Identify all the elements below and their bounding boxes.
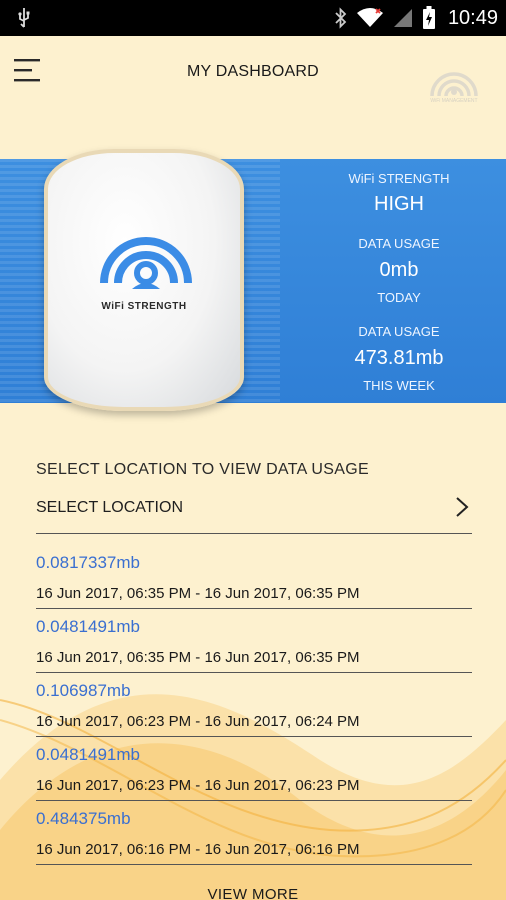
logo-text: WiFi MANAGEMENT [430,98,478,104]
hero-banner: WiFi STRENGTH WiFi STRENGTH HIGH DATA US… [0,149,506,411]
usage-time-range: 16 Jun 2017, 06:16 PM - 16 Jun 2017, 06:… [36,841,360,858]
chevron-right-icon[interactable] [454,495,470,519]
this-week-label: THIS WEEK [363,378,435,393]
wifi-strength-value: HIGH [374,193,424,215]
view-more-button[interactable]: VIEW MORE [0,886,506,900]
wifi-logo-icon: WiFi MANAGEMENT [422,56,486,120]
usage-time-range: 16 Jun 2017, 06:35 PM - 16 Jun 2017, 06:… [36,585,360,602]
usage-amount: 0.484375mb [36,809,131,828]
list-item[interactable]: 0.0817337mb 16 Jun 2017, 06:35 PM - 16 J… [36,545,472,609]
list-item[interactable]: 0.0481491mb 16 Jun 2017, 06:35 PM - 16 J… [36,609,472,673]
usage-time-range: 16 Jun 2017, 06:23 PM - 16 Jun 2017, 06:… [36,713,360,730]
battery-charging-icon [422,6,436,30]
wifi-icon [356,7,384,29]
list-item[interactable]: 0.106987mb 16 Jun 2017, 06:23 PM - 16 Ju… [36,673,472,737]
wifi-strength-label: WiFi STRENGTH [348,171,450,186]
wifi-strength-icon [96,217,196,297]
usage-time-range: 16 Jun 2017, 06:35 PM - 16 Jun 2017, 06:… [36,649,360,666]
signal-icon [392,7,414,29]
usage-amount: 0.106987mb [36,681,131,700]
section-title: SELECT LOCATION TO VIEW DATA USAGE [36,461,369,478]
data-usage-week-label: DATA USAGE [358,324,440,339]
usage-amount: 0.0481491mb [36,745,140,764]
usb-icon [16,7,32,29]
location-select-label: SELECT LOCATION [36,499,183,516]
usage-time-range: 16 Jun 2017, 06:23 PM - 16 Jun 2017, 06:… [36,777,360,794]
data-usage-week-value: 473.81mb [354,347,444,369]
usage-amount: 0.0817337mb [36,553,140,572]
status-bar: 10:49 [0,0,506,36]
status-time: 10:49 [447,6,498,29]
today-label: TODAY [377,290,421,305]
list-item[interactable]: 0.484375mb 16 Jun 2017, 06:16 PM - 16 Ju… [36,801,472,865]
bluetooth-icon [334,7,348,29]
location-select[interactable]: SELECT LOCATION [36,490,472,534]
list-item[interactable]: 0.0481491mb 16 Jun 2017, 06:23 PM - 16 J… [36,737,472,801]
router-label: WiFi STRENGTH [101,301,187,312]
usage-list: 0.0817337mb 16 Jun 2017, 06:35 PM - 16 J… [36,545,472,865]
usage-amount: 0.0481491mb [36,617,140,636]
app-bar: MY DASHBOARD WiFi MANAGEMENT [0,36,506,158]
data-usage-today-value: 0mb [379,259,419,281]
router-card: WiFi STRENGTH [44,149,244,411]
data-usage-today-label: DATA USAGE [358,236,440,251]
